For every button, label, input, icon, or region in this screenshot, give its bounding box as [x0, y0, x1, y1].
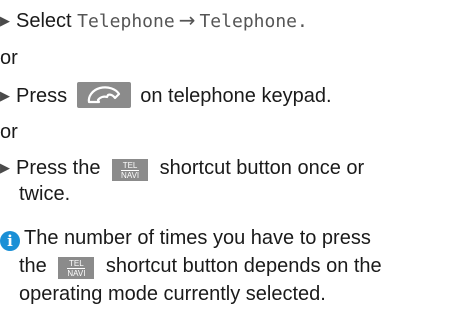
- bullet-triangle-icon: ▶: [0, 160, 10, 175]
- arrow-icon: →: [178, 8, 196, 32]
- tel-navi-shortcut-button-icon: TEL NAVI: [112, 159, 149, 181]
- menu-item-telephone-sub: Telephone.: [199, 11, 308, 32]
- step-prefix: Select: [16, 10, 78, 32]
- step-suffix: shortcut button once or: [154, 157, 365, 179]
- step-prefix: Press the: [16, 157, 107, 179]
- note-text-prefix: the: [19, 255, 53, 277]
- info-note-line3: operating mode currently selected.: [19, 283, 326, 305]
- step-press-phone-key: ▶ Press on telephone keypad.: [0, 82, 332, 108]
- bullet-triangle-icon: ▶: [0, 13, 10, 28]
- navi-label: NAVI: [121, 171, 140, 180]
- note-text-suffix: shortcut button depends on the: [100, 255, 382, 277]
- step-prefix: Press: [16, 85, 73, 107]
- step-select-telephone: ▶ Select Telephone → Telephone.: [0, 8, 308, 34]
- step-continuation: twice.: [19, 183, 71, 205]
- menu-item-telephone: Telephone: [77, 11, 175, 32]
- or-separator: or: [0, 121, 18, 143]
- info-note-line2: the TEL NAVI shortcut button depends on t…: [19, 254, 382, 279]
- tel-navi-shortcut-button-icon: TEL NAVI: [58, 257, 95, 279]
- tel-label: TEL: [121, 161, 140, 171]
- or-separator: or: [0, 47, 18, 69]
- info-icon: i: [0, 231, 20, 251]
- step-suffix: on telephone keypad.: [134, 85, 332, 107]
- phone-handset-icon: [87, 86, 120, 104]
- bullet-triangle-icon: ▶: [0, 88, 10, 103]
- phone-handset-key-icon: [76, 82, 131, 108]
- tel-label: TEL: [67, 259, 86, 269]
- step-press-tel-navi: ▶ Press the TEL NAVI shortcut button once …: [0, 156, 364, 181]
- note-text-line1: The number of times you have to press: [24, 227, 371, 249]
- navi-label: NAVI: [67, 269, 86, 278]
- instruction-page: ▶ Select Telephone → Telephone. or ▶ Press o…: [0, 0, 457, 314]
- info-note-line1: i The number of times you have to press: [0, 226, 371, 251]
